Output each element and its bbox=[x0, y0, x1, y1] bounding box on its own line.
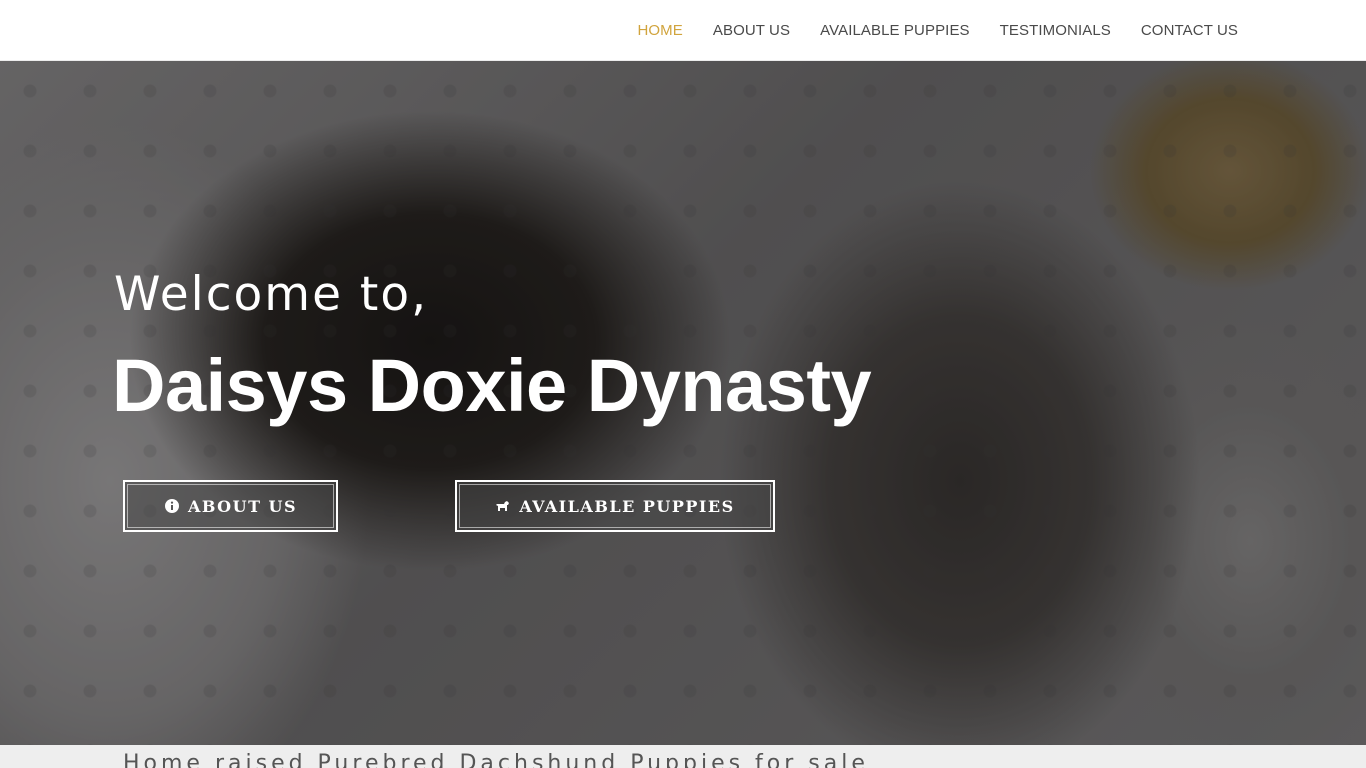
main-nav: HOME ABOUT US AVAILABLE PUPPIES TESTIMON… bbox=[637, 0, 1238, 60]
nav-about-us[interactable]: ABOUT US bbox=[713, 22, 790, 39]
about-us-button-label: ABOUT US bbox=[187, 496, 298, 516]
hero-welcome-text: Welcome to, bbox=[114, 267, 429, 322]
nav-available-puppies[interactable]: AVAILABLE PUPPIES bbox=[820, 22, 970, 39]
tagline-text: Home raised Purebred Dachshund Puppies f… bbox=[123, 751, 869, 768]
nav-contact-us[interactable]: CONTACT US bbox=[1141, 22, 1238, 39]
available-puppies-button[interactable]: AVAILABLE PUPPIES bbox=[455, 480, 775, 532]
site-header: HOME ABOUT US AVAILABLE PUPPIES TESTIMON… bbox=[0, 0, 1366, 61]
hero-banner: Welcome to, Daisys Doxie Dynasty ABOUT U… bbox=[0, 61, 1366, 745]
about-us-button[interactable]: ABOUT US bbox=[123, 480, 338, 532]
available-puppies-button-label: AVAILABLE PUPPIES bbox=[519, 496, 735, 516]
nav-home[interactable]: HOME bbox=[637, 22, 682, 39]
hero-site-title: Daisys Doxie Dynasty bbox=[112, 344, 872, 427]
info-circle-icon bbox=[164, 498, 180, 514]
nav-testimonials[interactable]: TESTIMONIALS bbox=[1000, 22, 1111, 39]
dog-icon bbox=[495, 498, 511, 514]
tagline-section: Home raised Purebred Dachshund Puppies f… bbox=[0, 745, 1366, 768]
